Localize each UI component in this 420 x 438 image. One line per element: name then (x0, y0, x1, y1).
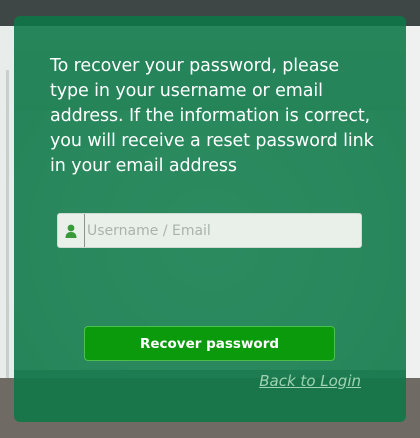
user-icon (58, 214, 84, 247)
back-to-login-link[interactable]: Back to Login (259, 372, 361, 390)
recover-password-panel: To recover your password, please type in… (14, 16, 406, 422)
username-email-input[interactable] (84, 214, 361, 247)
username-email-field[interactable] (57, 213, 362, 248)
instructions-text: To recover your password, please type in… (50, 56, 374, 176)
recover-password-button[interactable]: Recover password (84, 326, 335, 361)
background-frame-right (406, 26, 420, 438)
